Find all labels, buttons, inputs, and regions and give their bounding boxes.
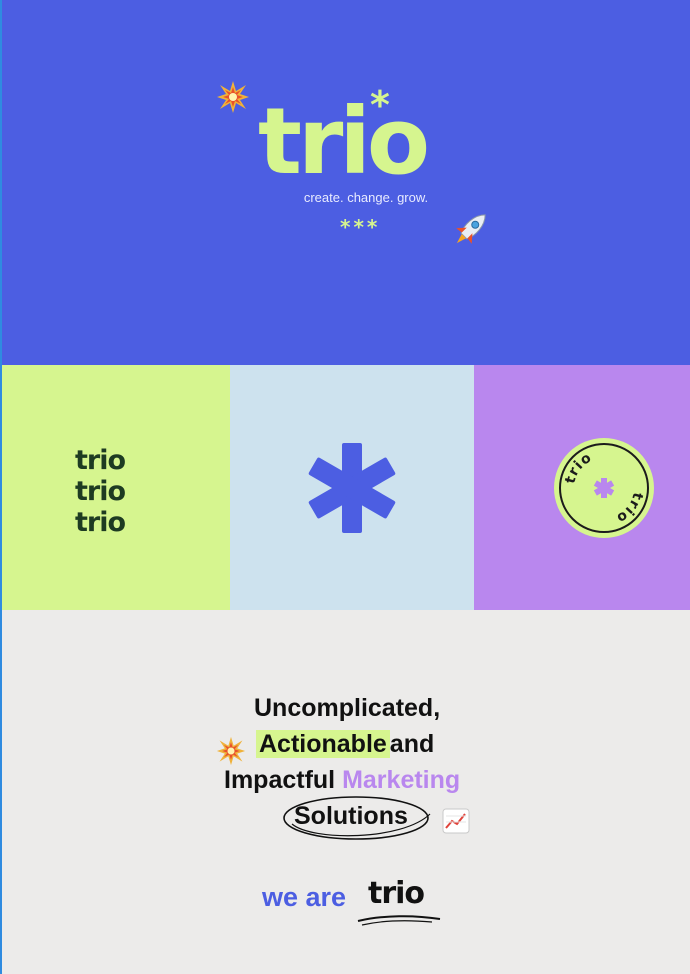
bottom-section: Uncomplicated, Actionable and Impactful M… <box>2 610 690 974</box>
footer-brand: trio <box>368 876 425 911</box>
trio-stack: trio trio trio <box>75 445 126 538</box>
headline-marketing: Marketing <box>342 766 461 794</box>
tagline: create. change. grow. <box>303 190 429 205</box>
rocket-icon <box>447 207 495 255</box>
decorative-stars: *** <box>340 215 381 239</box>
headline-impactful: Impactful <box>224 766 336 794</box>
we-are-label: we are <box>262 882 347 912</box>
headline-line-1: Uncomplicated, <box>254 694 441 722</box>
stack-word: trio <box>75 476 126 507</box>
headline-and: and <box>389 730 435 758</box>
headline-line-2: Actionable and <box>256 726 434 762</box>
burst-icon <box>216 80 250 118</box>
brand-underline-scribble <box>354 912 444 931</box>
panel-asterisk <box>230 365 474 610</box>
trio-circle-badge: trio trio <box>552 436 656 544</box>
panel-trio-stack: trio trio trio <box>2 365 230 610</box>
headline-line-3: Impactful Marketing <box>224 762 460 798</box>
asterisk-icon <box>306 441 398 539</box>
solutions-circle-scribble <box>282 794 434 848</box>
chart-increasing-icon <box>442 808 470 838</box>
highlight-actionable: Actionable <box>256 730 390 758</box>
logo-wordmark: trio <box>258 88 430 195</box>
panel-badge: trio trio <box>474 365 690 610</box>
burst-icon <box>216 736 246 770</box>
hero-section: trio * create. change. grow. *** <box>2 0 690 365</box>
stack-word: trio <box>75 445 126 476</box>
logo-star: * <box>370 83 390 127</box>
stack-word: trio <box>75 507 126 538</box>
